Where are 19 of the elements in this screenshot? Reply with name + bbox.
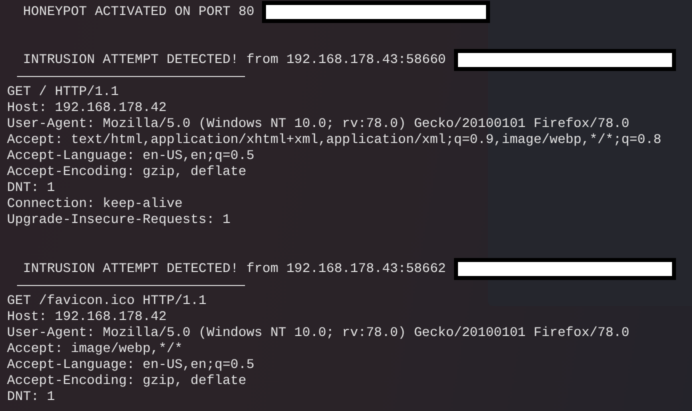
terminal-line: HONEYPOT ACTIVATED ON PORT 80 (23, 4, 254, 20)
terminal-line: GET / HTTP/1.1 (7, 84, 119, 100)
terminal-line: Accept-Encoding: gzip, deflate (7, 373, 246, 389)
terminal-line: Accept: image/webp,*/* (7, 341, 183, 357)
terminal-line: Accept-Encoding: gzip, deflate (7, 164, 246, 180)
terminal-line: INTRUSION ATTEMPT DETECTED! from 192.168.178.43:58660 (23, 52, 446, 68)
terminal-line: User-Agent: Mozilla/5.0 (Windows NT 10.0; rv:78.0) Gecko/20100101 Firefox/78.0 (7, 325, 630, 341)
terminal-line: GET /favicon.ico HTTP/1.1 (7, 293, 206, 309)
terminal-line: Accept-Language: en-US,en;q=0.5 (7, 357, 254, 373)
terminal-line: Accept: text/html,application/xhtml+xml,application/xml;q=0.9,image/webp,*/*;q=0.8 (7, 132, 662, 148)
terminal-line: DNT: 1 (7, 180, 55, 196)
terminal-line: Host: 192.168.178.42 (7, 100, 167, 116)
terminal-line: User-Agent: Mozilla/5.0 (Windows NT 10.0; rv:78.0) Gecko/20100101 Firefox/78.0 (7, 116, 630, 132)
terminal-line: INTRUSION ATTEMPT DETECTED! from 192.168.178.43:58662 (23, 261, 446, 277)
terminal-line: Connection: keep-alive (7, 196, 183, 212)
terminal-line: DNT: 1 (7, 389, 55, 405)
terminal-line: Accept-Language: en-US,en;q=0.5 (7, 148, 254, 164)
terminal-line: Upgrade-Insecure-Requests: 1 (7, 212, 230, 228)
terminal-line: Host: 192.168.178.42 (7, 309, 167, 325)
